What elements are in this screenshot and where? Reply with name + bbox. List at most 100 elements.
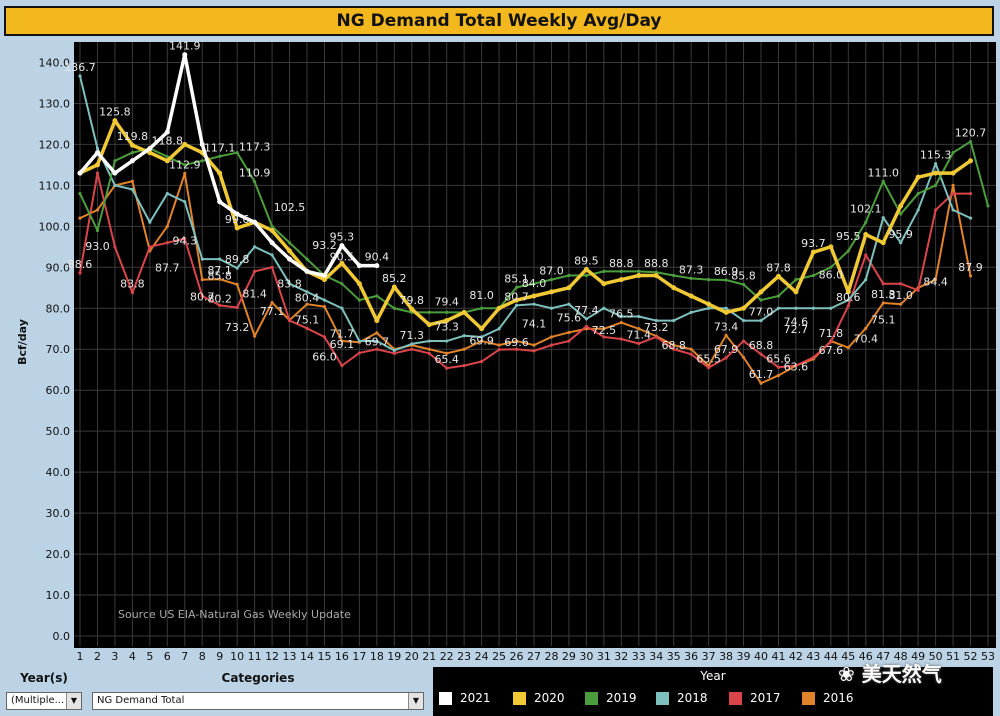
legend-item-2021[interactable]: 2021 xyxy=(439,691,491,705)
data-point-2017 xyxy=(78,271,82,275)
data-point-2019 xyxy=(567,273,571,278)
data-label: 75.1 xyxy=(871,313,896,326)
data-label: 73.2 xyxy=(225,321,250,334)
x-tick-label: 53 xyxy=(981,650,995,663)
data-point-2016 xyxy=(427,347,431,351)
legend-item-2018[interactable]: 2018 xyxy=(656,691,708,705)
data-point-2018 xyxy=(672,318,676,323)
data-label: 87.9 xyxy=(958,261,983,274)
data-point-2017 xyxy=(462,364,466,368)
legend-label: 2018 xyxy=(677,691,708,705)
data-label: 120.7 xyxy=(955,127,987,140)
data-point-2017 xyxy=(480,359,484,364)
data-label: 80.4 xyxy=(295,292,320,305)
legend-swatch xyxy=(513,691,526,705)
data-point-2020 xyxy=(566,285,572,291)
data-point-2017 xyxy=(951,191,955,196)
data-point-2017 xyxy=(899,282,903,286)
data-point-2018 xyxy=(567,302,571,306)
year-filter-dropdown[interactable]: (Multiple... ▼ xyxy=(6,692,82,710)
x-tick-label: 37 xyxy=(702,650,716,663)
data-point-2018 xyxy=(95,146,100,151)
data-point-2018 xyxy=(130,187,134,192)
data-point-2017 xyxy=(584,324,588,328)
legend-item-2016[interactable]: 2016 xyxy=(802,691,854,705)
data-point-2019 xyxy=(392,306,396,310)
data-point-2016 xyxy=(619,321,623,325)
data-point-2020 xyxy=(863,232,869,238)
data-point-2017 xyxy=(410,347,414,351)
data-label: 95.5 xyxy=(836,230,861,243)
x-tick-label: 12 xyxy=(265,650,279,663)
data-point-2019 xyxy=(759,298,763,302)
data-label: 86.0 xyxy=(819,269,844,282)
data-point-2016 xyxy=(165,224,169,228)
data-point-2020 xyxy=(950,170,956,176)
data-label: 61.7 xyxy=(749,368,774,381)
chevron-down-icon[interactable]: ▼ xyxy=(408,693,423,709)
data-point-2016 xyxy=(899,302,903,306)
data-point-2019 xyxy=(899,212,903,216)
data-label: 69.9 xyxy=(469,335,494,348)
x-tick-label: 8 xyxy=(199,650,206,663)
data-point-2018 xyxy=(689,310,693,314)
data-point-2016 xyxy=(776,373,781,378)
data-label: 95.9 xyxy=(888,228,913,241)
data-point-2020 xyxy=(636,273,642,279)
data-point-2016 xyxy=(270,300,274,305)
data-point-2021 xyxy=(112,170,118,176)
year-filter-label: Year(s) xyxy=(20,671,68,685)
y-tick-label: 50.0 xyxy=(46,425,71,438)
data-point-2018 xyxy=(253,245,257,249)
legend-label: 2019 xyxy=(606,691,637,705)
data-point-2019 xyxy=(794,278,798,282)
data-label: 79.4 xyxy=(434,296,459,309)
data-point-2017 xyxy=(287,318,292,323)
data-point-2017 xyxy=(532,349,536,353)
data-label: 81.0 xyxy=(469,289,494,302)
data-point-2018 xyxy=(899,241,903,245)
data-label: 90.4 xyxy=(365,251,390,264)
data-label: 117.1 xyxy=(204,141,236,154)
watermark-logo: ❀ 美天然气 xyxy=(838,658,942,687)
legend-label: 2016 xyxy=(823,691,854,705)
data-point-2020 xyxy=(880,240,886,246)
data-label: 117.3 xyxy=(239,140,271,153)
x-tick-label: 14 xyxy=(300,650,314,663)
x-tick-label: 25 xyxy=(492,650,506,663)
chevron-down-icon[interactable]: ▼ xyxy=(66,693,81,709)
data-point-2018 xyxy=(410,342,414,346)
data-point-2019 xyxy=(741,282,746,287)
data-point-2016 xyxy=(864,326,868,330)
data-point-2016 xyxy=(567,330,571,335)
data-point-2018 xyxy=(707,306,711,310)
data-label: 73.4 xyxy=(714,320,739,333)
data-point-2016 xyxy=(253,334,257,338)
data-point-2018 xyxy=(724,306,728,310)
data-label: 87.8 xyxy=(766,261,791,274)
data-point-2018 xyxy=(357,339,361,343)
data-point-2020 xyxy=(374,318,380,324)
legend-item-2020[interactable]: 2020 xyxy=(513,691,565,705)
data-point-2021 xyxy=(94,150,100,156)
data-point-2021 xyxy=(374,263,380,269)
legend-item-2017[interactable]: 2017 xyxy=(729,691,781,705)
year-filter-value: (Multiple... xyxy=(11,695,65,706)
data-label: 63.6 xyxy=(784,360,809,373)
data-point-2020 xyxy=(741,305,747,311)
data-point-2020 xyxy=(775,273,781,279)
legend-item-2019[interactable]: 2019 xyxy=(585,691,637,705)
data-point-2021 xyxy=(252,219,258,225)
data-point-2016 xyxy=(724,333,728,337)
data-point-2020 xyxy=(618,277,624,283)
data-point-2018 xyxy=(881,216,885,220)
line-chart: 0.0 10.0 20.0 30.0 40.0 50.0 60.0 70.0 80.0 90.0 1… xyxy=(0,40,1000,665)
data-label: 67.9 xyxy=(714,343,739,356)
data-point-2020 xyxy=(793,289,799,295)
y-axis-label: Bcf/day xyxy=(16,319,29,365)
x-tick-label: 29 xyxy=(562,650,576,663)
categories-filter-dropdown[interactable]: NG Demand Total ▼ xyxy=(92,692,424,710)
data-point-2020 xyxy=(548,289,554,295)
data-label: 68.8 xyxy=(749,339,774,352)
data-point-2019 xyxy=(253,180,257,184)
